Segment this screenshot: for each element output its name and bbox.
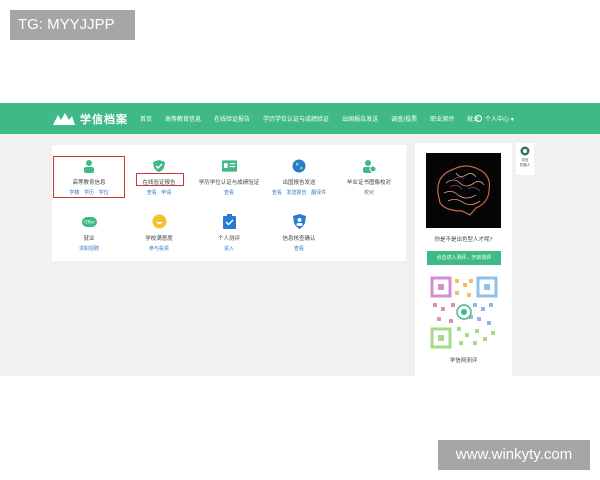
tile-title: 学历学位认证与成绩验证 — [198, 180, 260, 186]
clipboard-check-icon — [222, 214, 237, 229]
top-nav-bar: 学信档案 首页 高等教育信息 在线验证报告 学历学位认证与成绩验证 出国报告发送… — [0, 103, 600, 134]
start-test-button[interactable]: 点击进入测评，开启测评 — [427, 251, 501, 265]
tile-links[interactable]: 参与投票 — [149, 245, 169, 252]
tile-links[interactable]: 查看 申请 — [147, 189, 172, 196]
user-shield-icon — [292, 214, 307, 229]
tile-abroad-report[interactable]: 出国报告发送 查看 发送报告 翻译件 — [264, 153, 334, 203]
user-check-icon — [362, 158, 377, 173]
tile-diploma-proofread[interactable]: 毕业证书图像校对 校对 — [334, 153, 404, 203]
user-center-label: 个人中心 ▾ — [485, 116, 514, 123]
screenshot-area: 学信档案 首页 高等教育信息 在线验证报告 学历学位认证与成绩验证 出国报告发送… — [0, 103, 600, 376]
nav-item-online-report[interactable]: 在线验证报告 — [214, 114, 250, 123]
qr-label: 学信网测评 — [449, 358, 478, 364]
watermark-top: TG: MYYJJPP — [10, 10, 135, 40]
highlight-box-online-report — [136, 173, 184, 186]
sidebar-test-promo: 你是不是出色型人才呢? 点击进入测评，开启测评 学信网测评 — [415, 143, 512, 376]
offer-icon: Offer — [81, 214, 97, 229]
tile-links[interactable]: 查看 — [224, 189, 234, 196]
tile-links[interactable]: 进入 — [224, 245, 234, 252]
tile-title: 出国报告发送 — [282, 180, 316, 186]
site-logo[interactable]: 学信档案 — [52, 109, 128, 128]
tile-links[interactable]: 查看 发送报告 翻译件 — [272, 189, 326, 196]
highlight-box-higher-edu — [53, 156, 125, 198]
nav-menu: 首页 高等教育信息 在线验证报告 学历学位认证与成绩验证 出国报告发送 调查/投… — [140, 103, 492, 134]
logo-icon — [53, 112, 75, 125]
id-card-icon — [221, 158, 237, 173]
tile-links[interactable]: 校对 — [364, 189, 374, 196]
globe-icon — [292, 158, 307, 173]
offer-badge-text: Offer — [84, 219, 95, 224]
tile-satisfaction[interactable]: 学校满意度 参与投票 — [124, 209, 194, 259]
nav-item-home[interactable]: 首页 — [140, 114, 152, 123]
tile-links[interactable]: 查看 — [294, 245, 304, 252]
smiley-icon — [152, 214, 167, 229]
nav-item-abroad-report[interactable]: 出国报告发送 — [342, 114, 378, 123]
user-center-menu[interactable]: 个人中心 ▾ — [475, 103, 514, 134]
tile-employment[interactable]: Offer 就业 求职招聘 — [54, 209, 124, 259]
tile-title: 个人测评 — [217, 236, 240, 242]
brain-image — [426, 153, 501, 228]
test-question: 你是不是出色型人才呢? — [434, 237, 493, 243]
nav-item-survey[interactable]: 调查/投票 — [391, 114, 417, 123]
tile-title: 就业 — [83, 236, 95, 242]
watermark-bottom: www.winkyty.com — [438, 440, 590, 470]
tile-info-verify[interactable]: 信息核查确认 查看 — [264, 209, 334, 259]
user-icon — [475, 115, 482, 122]
tile-links[interactable]: 求职招聘 — [79, 245, 99, 252]
tile-title: 学校满意度 — [145, 236, 173, 242]
nav-item-career-test[interactable]: 职业测评 — [430, 114, 454, 123]
logo-text: 学信档案 — [80, 112, 128, 126]
tile-certification[interactable]: 学历学位认证与成绩验证 查看 — [194, 153, 264, 203]
robot-icon — [520, 146, 530, 156]
robot-label: 学信 机器人 — [519, 158, 531, 167]
tile-title: 毕业证书图像校对 — [346, 180, 391, 186]
services-panel: 高等教育信息 学籍 学历 学位 在线验证报告 查看 申请 学历学位认证与成绩验证… — [52, 145, 406, 261]
nav-item-certification[interactable]: 学历学位认证与成绩验证 — [263, 114, 329, 123]
shield-check-icon — [152, 158, 167, 173]
tile-personal-test[interactable]: 个人测评 进入 — [194, 209, 264, 259]
qr-code — [429, 275, 499, 350]
floating-robot-widget[interactable]: 学信 机器人 — [516, 143, 534, 175]
tile-title: 信息核查确认 — [282, 236, 316, 242]
nav-item-higher-edu[interactable]: 高等教育信息 — [165, 114, 201, 123]
